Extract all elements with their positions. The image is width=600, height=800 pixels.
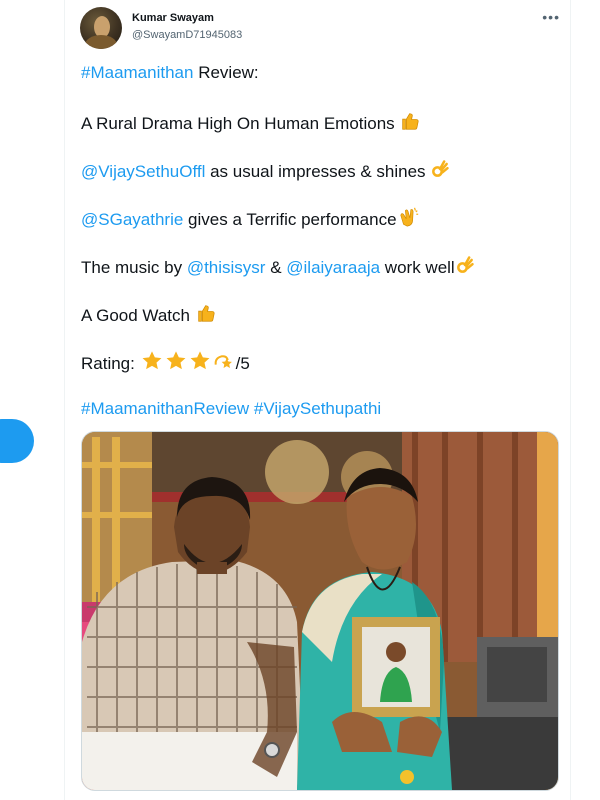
avatar-shoulder xyxy=(85,35,117,49)
mention-vijaysethuoffl[interactable]: @VijaySethuOffl xyxy=(81,162,205,181)
good-watch-text: A Good Watch xyxy=(81,306,195,325)
title-text: Review: xyxy=(193,63,259,82)
drama-text: A Rural Drama High On Human Emotions xyxy=(81,114,400,133)
star-icon xyxy=(188,350,212,378)
gayathrie-text: gives a Terrific performance xyxy=(183,210,397,229)
thumbs-up-icon xyxy=(195,302,217,330)
ok-hand-icon xyxy=(430,158,450,186)
tweet-line-music: The music by @thisisysr & @ilaiyaraaja w… xyxy=(81,254,475,282)
ok-hand-icon xyxy=(455,254,475,282)
avatar[interactable] xyxy=(80,7,122,49)
mention-thisisysr[interactable]: @thisisysr xyxy=(187,258,266,277)
more-options-icon[interactable]: ••• xyxy=(542,9,560,25)
star-icon xyxy=(140,350,164,378)
tweet-photo[interactable] xyxy=(81,431,559,791)
mention-ilaiyaraaja[interactable]: @ilaiyaraaja xyxy=(286,258,380,277)
clapping-hands-icon xyxy=(397,206,421,234)
timeline-left-border xyxy=(64,0,65,800)
dizzy-star-icon xyxy=(212,350,236,378)
tweet-line-vijay: @VijaySethuOffl as usual impresses & shi… xyxy=(81,158,450,186)
tweet-line-title: #Maamanithan Review: xyxy=(81,62,259,84)
music-prefix: The music by xyxy=(81,258,187,277)
music-text: work well xyxy=(380,258,455,277)
author-display-name[interactable]: Kumar Swayam xyxy=(132,12,214,24)
tweet-line-hashtags: #MaamanithanReview #VijaySethupathi xyxy=(81,398,381,420)
tweet-line-good-watch: A Good Watch xyxy=(81,302,217,330)
vijay-text: as usual impresses & shines xyxy=(205,162,431,181)
rating-suffix: /5 xyxy=(235,354,250,373)
hashtag-maamanithan[interactable]: #Maamanithan xyxy=(81,63,193,82)
tweet-header: Kumar Swayam @SwayamD71945083 ••• xyxy=(80,7,560,51)
tweet-line-gayathrie: @SGayathrie gives a Terrific performance xyxy=(81,206,421,234)
music-and: & xyxy=(265,258,287,277)
timeline-right-border xyxy=(570,0,571,800)
mention-sgayathrie[interactable]: @SGayathrie xyxy=(81,210,183,229)
tweet-line-drama: A Rural Drama High On Human Emotions xyxy=(81,110,421,138)
rating-prefix: Rating: xyxy=(81,354,140,373)
hashtags[interactable]: #MaamanithanReview #VijaySethupathi xyxy=(81,399,381,418)
compose-tweet-button[interactable] xyxy=(0,419,34,463)
thumbs-up-icon xyxy=(399,110,421,138)
author-handle[interactable]: @SwayamD71945083 xyxy=(132,29,242,41)
star-icon xyxy=(164,350,188,378)
tweet-line-rating: Rating: /5 xyxy=(81,350,250,378)
